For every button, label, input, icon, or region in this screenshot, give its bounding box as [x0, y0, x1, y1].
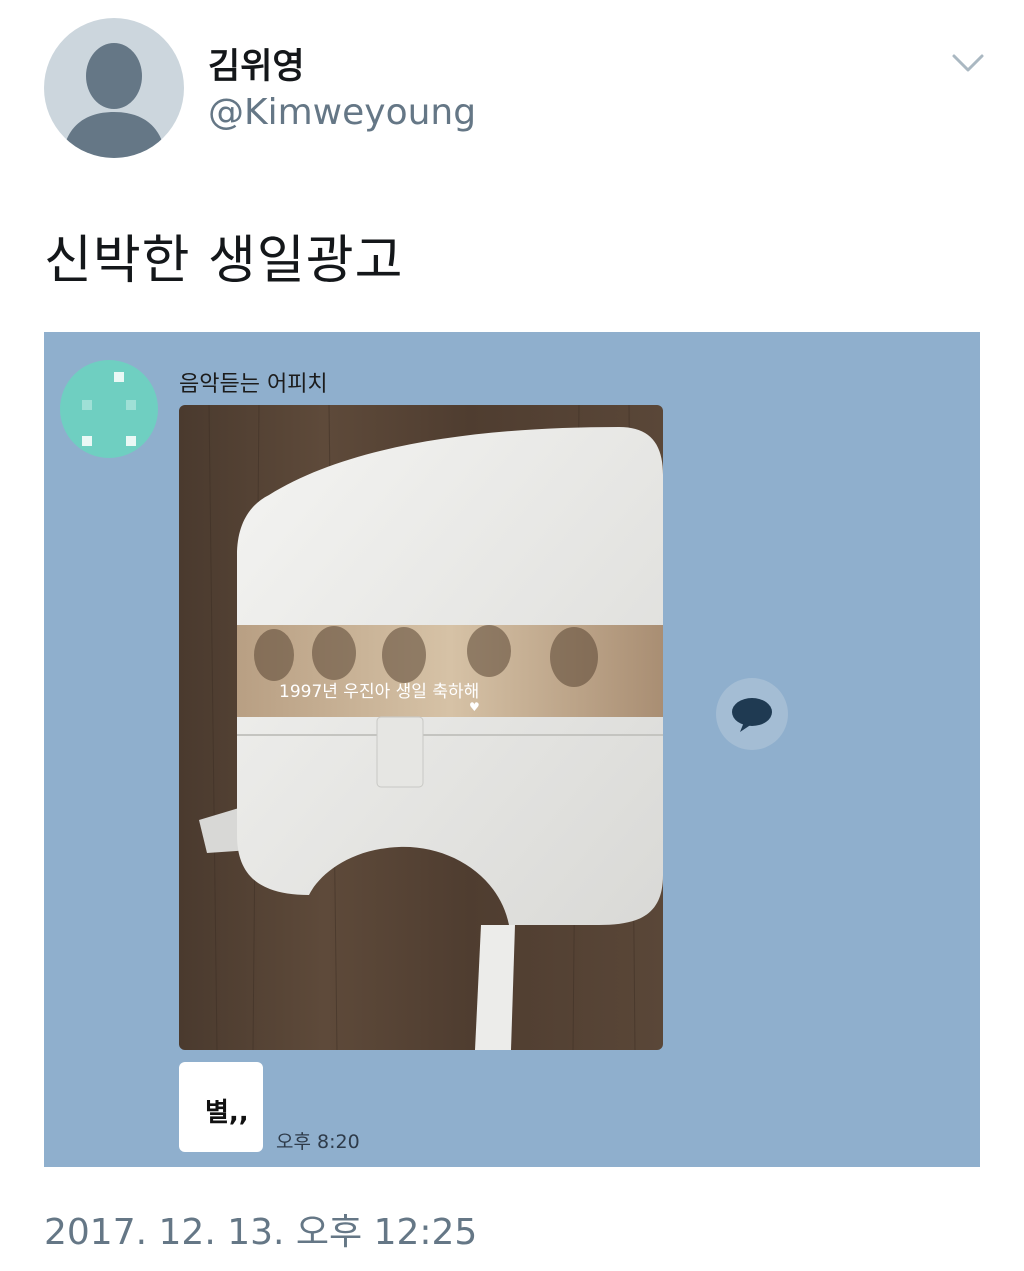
- display-name[interactable]: 김위영: [208, 38, 305, 89]
- chat-message-bubble: 별,,: [179, 1062, 263, 1152]
- tweet-media-image[interactable]: 음악듣는 어피치 1997년 우진아 생일 축하해 ♥ 별,, 오후 8:20: [44, 332, 980, 1167]
- profile-avatar[interactable]: [44, 18, 184, 158]
- pixel-face-icon: [82, 372, 136, 446]
- speech-bubble-icon: [732, 698, 772, 732]
- default-profile-icon: [62, 43, 166, 158]
- tweet-timestamp[interactable]: 2017. 12. 13. 오후 12:25: [44, 1203, 477, 1255]
- chat-message-time: 오후 8:20: [276, 1131, 360, 1153]
- share-button[interactable]: [716, 678, 788, 750]
- chat-photo[interactable]: 1997년 우진아 생일 축하해 ♥: [179, 405, 663, 1050]
- user-handle[interactable]: @Kimweyoung: [208, 92, 476, 133]
- chat-avatar: [60, 360, 158, 458]
- tweet-text: 신박한 생일광고: [44, 231, 404, 291]
- banner-text: 1997년 우진아 생일 축하해: [279, 682, 479, 702]
- chat-sender-name: 음악듣는 어피치: [179, 372, 328, 397]
- toilet-paper-dispenser-photo: 1997년 우진아 생일 축하해 ♥: [179, 405, 663, 1050]
- chevron-down-icon[interactable]: [948, 48, 988, 78]
- banner-heart: ♥: [469, 700, 480, 714]
- chat-message-text: 별,,: [205, 1098, 249, 1128]
